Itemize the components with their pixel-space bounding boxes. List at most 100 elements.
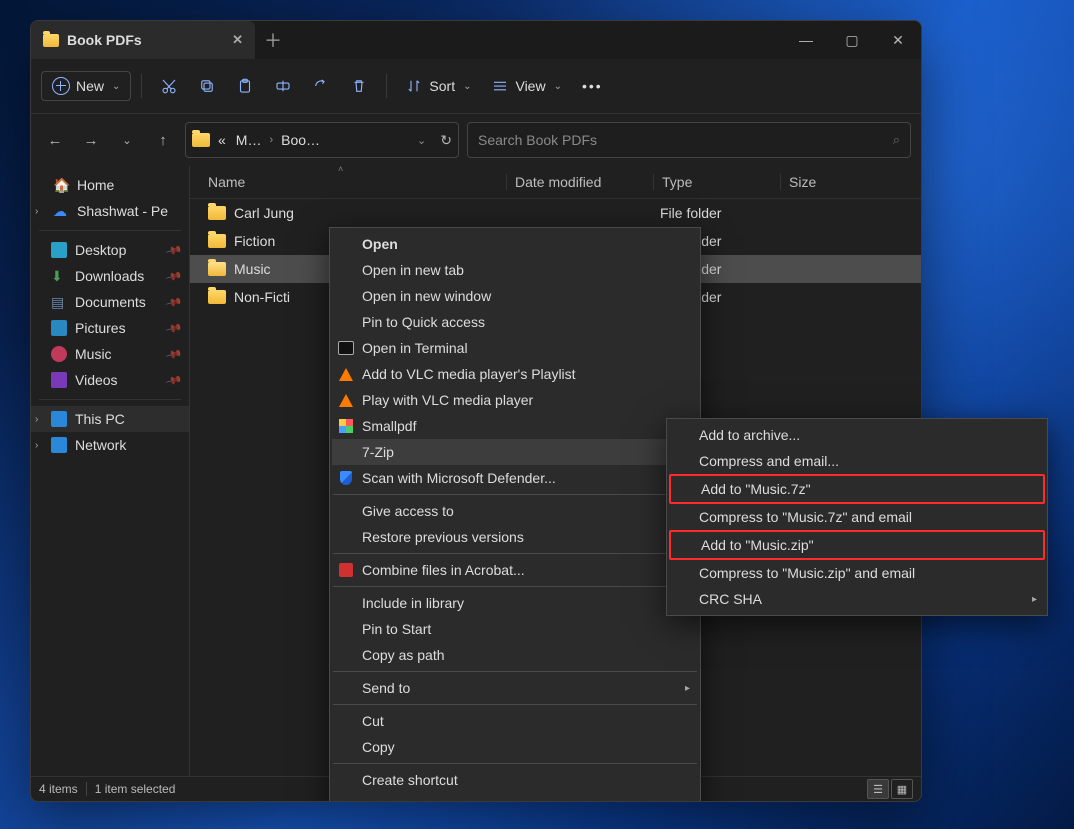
menu-open-new-window[interactable]: Open in new window <box>332 283 698 309</box>
terminal-icon <box>338 340 354 356</box>
close-window-button[interactable]: ✕ <box>875 21 921 59</box>
shield-icon <box>338 470 354 486</box>
sidebar-item-label: Documents <box>75 294 146 310</box>
sidebar-network[interactable]: ›Network <box>31 432 189 458</box>
sidebar-documents[interactable]: ▤Documents📌 <box>31 289 189 315</box>
menu-7zip[interactable]: 7-Zip▸ <box>332 439 698 465</box>
sidebar-this-pc[interactable]: › This PC <box>31 406 189 432</box>
sidebar-videos[interactable]: Videos📌 <box>31 367 189 393</box>
menu-copy-as-path[interactable]: Copy as path <box>332 642 698 668</box>
rename-button[interactable] <box>266 71 300 101</box>
sidebar-downloads[interactable]: ⬇Downloads📌 <box>31 263 189 289</box>
copy-button[interactable] <box>190 71 224 101</box>
submenu-compress-7z-email[interactable]: Compress to "Music.7z" and email <box>669 504 1045 530</box>
chevron-right-icon: › <box>269 134 273 146</box>
sidebar-music[interactable]: Music📌 <box>31 341 189 367</box>
share-button[interactable] <box>304 71 338 101</box>
menu-give-access[interactable]: Give access to▸ <box>332 498 698 524</box>
chevron-right-icon[interactable]: › <box>35 414 38 425</box>
menu-cut[interactable]: Cut <box>332 708 698 734</box>
menu-separator <box>333 494 697 495</box>
back-button[interactable]: ← <box>41 132 69 149</box>
videos-icon <box>51 372 67 388</box>
menu-open-new-tab[interactable]: Open in new tab <box>332 257 698 283</box>
maximize-button[interactable]: ▢ <box>829 21 875 59</box>
file-type: File folder <box>652 205 788 221</box>
cut-button[interactable] <box>152 71 186 101</box>
menu-restore-versions[interactable]: Restore previous versions <box>332 524 698 550</box>
window-tab[interactable]: Book PDFs ✕ <box>31 21 255 59</box>
menu-play-vlc[interactable]: Play with VLC media player <box>332 387 698 413</box>
chevron-down-icon: ⌄ <box>112 81 120 92</box>
submenu-add-7z[interactable]: Add to "Music.7z" <box>669 474 1045 504</box>
folder-icon <box>208 206 226 220</box>
menu-include-library[interactable]: Include in library▸ <box>332 590 698 616</box>
paste-button[interactable] <box>228 71 262 101</box>
more-button[interactable]: ••• <box>574 72 611 100</box>
sidebar-pictures[interactable]: Pictures📌 <box>31 315 189 341</box>
menu-add-vlc-playlist[interactable]: Add to VLC media player's Playlist <box>332 361 698 387</box>
sidebar-home[interactable]: 🏠 Home <box>31 172 189 198</box>
submenu-add-archive[interactable]: Add to archive... <box>669 422 1045 448</box>
menu-defender-scan[interactable]: Scan with Microsoft Defender... <box>332 465 698 491</box>
search-input[interactable]: Search Book PDFs ⌕ <box>467 122 911 158</box>
recent-button[interactable]: ⌄ <box>113 134 141 147</box>
chevron-right-icon[interactable]: › <box>35 206 38 217</box>
submenu-7zip: Add to archive... Compress and email... … <box>666 418 1048 616</box>
menu-open[interactable]: Open <box>332 231 698 257</box>
forward-button[interactable]: → <box>77 132 105 149</box>
sidebar-item-label: This PC <box>75 411 125 427</box>
file-name: Carl Jung <box>234 205 294 221</box>
minimize-button[interactable]: ― <box>783 21 829 59</box>
network-icon <box>51 437 67 453</box>
sort-indicator-icon: ˄ <box>338 164 343 174</box>
sidebar-onedrive[interactable]: › ☁ Shashwat - Pe <box>31 198 189 224</box>
menu-copy[interactable]: Copy <box>332 734 698 760</box>
pin-icon: 📌 <box>165 241 183 259</box>
menu-combine-acrobat[interactable]: Combine files in Acrobat... <box>332 557 698 583</box>
column-name[interactable]: Name <box>200 174 506 190</box>
close-tab-icon[interactable]: ✕ <box>232 32 243 48</box>
view-button[interactable]: View ⌄ <box>483 71 569 101</box>
menu-pin-quick-access[interactable]: Pin to Quick access <box>332 309 698 335</box>
delete-button[interactable] <box>342 71 376 101</box>
submenu-compress-email[interactable]: Compress and email... <box>669 448 1045 474</box>
chevron-right-icon[interactable]: › <box>35 440 38 451</box>
menu-smallpdf[interactable]: Smallpdf▸ <box>332 413 698 439</box>
new-button[interactable]: New ⌄ <box>41 71 131 101</box>
folder-icon <box>208 290 226 304</box>
up-button[interactable]: ↑ <box>149 132 177 149</box>
menu-separator <box>333 586 697 587</box>
column-date[interactable]: Date modified <box>506 174 653 190</box>
new-tab-button[interactable]: ＋ <box>255 27 291 53</box>
column-size[interactable]: Size <box>780 174 867 190</box>
sidebar-item-label: Downloads <box>75 268 144 284</box>
menu-create-shortcut[interactable]: Create shortcut <box>332 767 698 793</box>
separator <box>39 399 181 400</box>
menu-pin-start[interactable]: Pin to Start <box>332 616 698 642</box>
context-menu: Open Open in new tab Open in new window … <box>329 227 701 802</box>
chevron-down-icon[interactable]: ⌄ <box>417 134 426 147</box>
submenu-compress-zip-email[interactable]: Compress to "Music.zip" and email <box>669 560 1045 586</box>
separator <box>141 74 142 98</box>
sort-button[interactable]: Sort ⌄ <box>397 71 479 101</box>
cloud-icon: ☁ <box>53 203 69 219</box>
details-view-button[interactable]: ☰ <box>867 779 889 799</box>
address-bar[interactable]: « M… › Boo… ⌄ ↻ <box>185 122 459 158</box>
table-row[interactable]: Carl Jung File folder <box>190 199 921 227</box>
breadcrumb-segment[interactable]: M… <box>234 132 264 148</box>
desktop-background: Book PDFs ✕ ＋ ― ▢ ✕ New ⌄ <box>0 0 1074 829</box>
chevron-down-icon: ⌄ <box>463 81 471 92</box>
sidebar-desktop[interactable]: Desktop📌 <box>31 237 189 263</box>
submenu-add-zip[interactable]: Add to "Music.zip" <box>669 530 1045 560</box>
column-type[interactable]: Type <box>653 174 780 190</box>
refresh-button[interactable]: ↻ <box>440 132 452 149</box>
menu-delete[interactable]: Delete <box>332 793 698 802</box>
toolbar: New ⌄ Sort ⌄ View ⌄ ••• <box>31 59 921 114</box>
menu-send-to[interactable]: Send to▸ <box>332 675 698 701</box>
address-row: ← → ⌄ ↑ « M… › Boo… ⌄ ↻ Search Book PDFs… <box>31 114 921 166</box>
thumbnails-view-button[interactable]: ▦ <box>891 779 913 799</box>
breadcrumb-segment[interactable]: Boo… <box>279 132 322 148</box>
submenu-crc-sha[interactable]: CRC SHA▸ <box>669 586 1045 612</box>
menu-open-terminal[interactable]: Open in Terminal <box>332 335 698 361</box>
